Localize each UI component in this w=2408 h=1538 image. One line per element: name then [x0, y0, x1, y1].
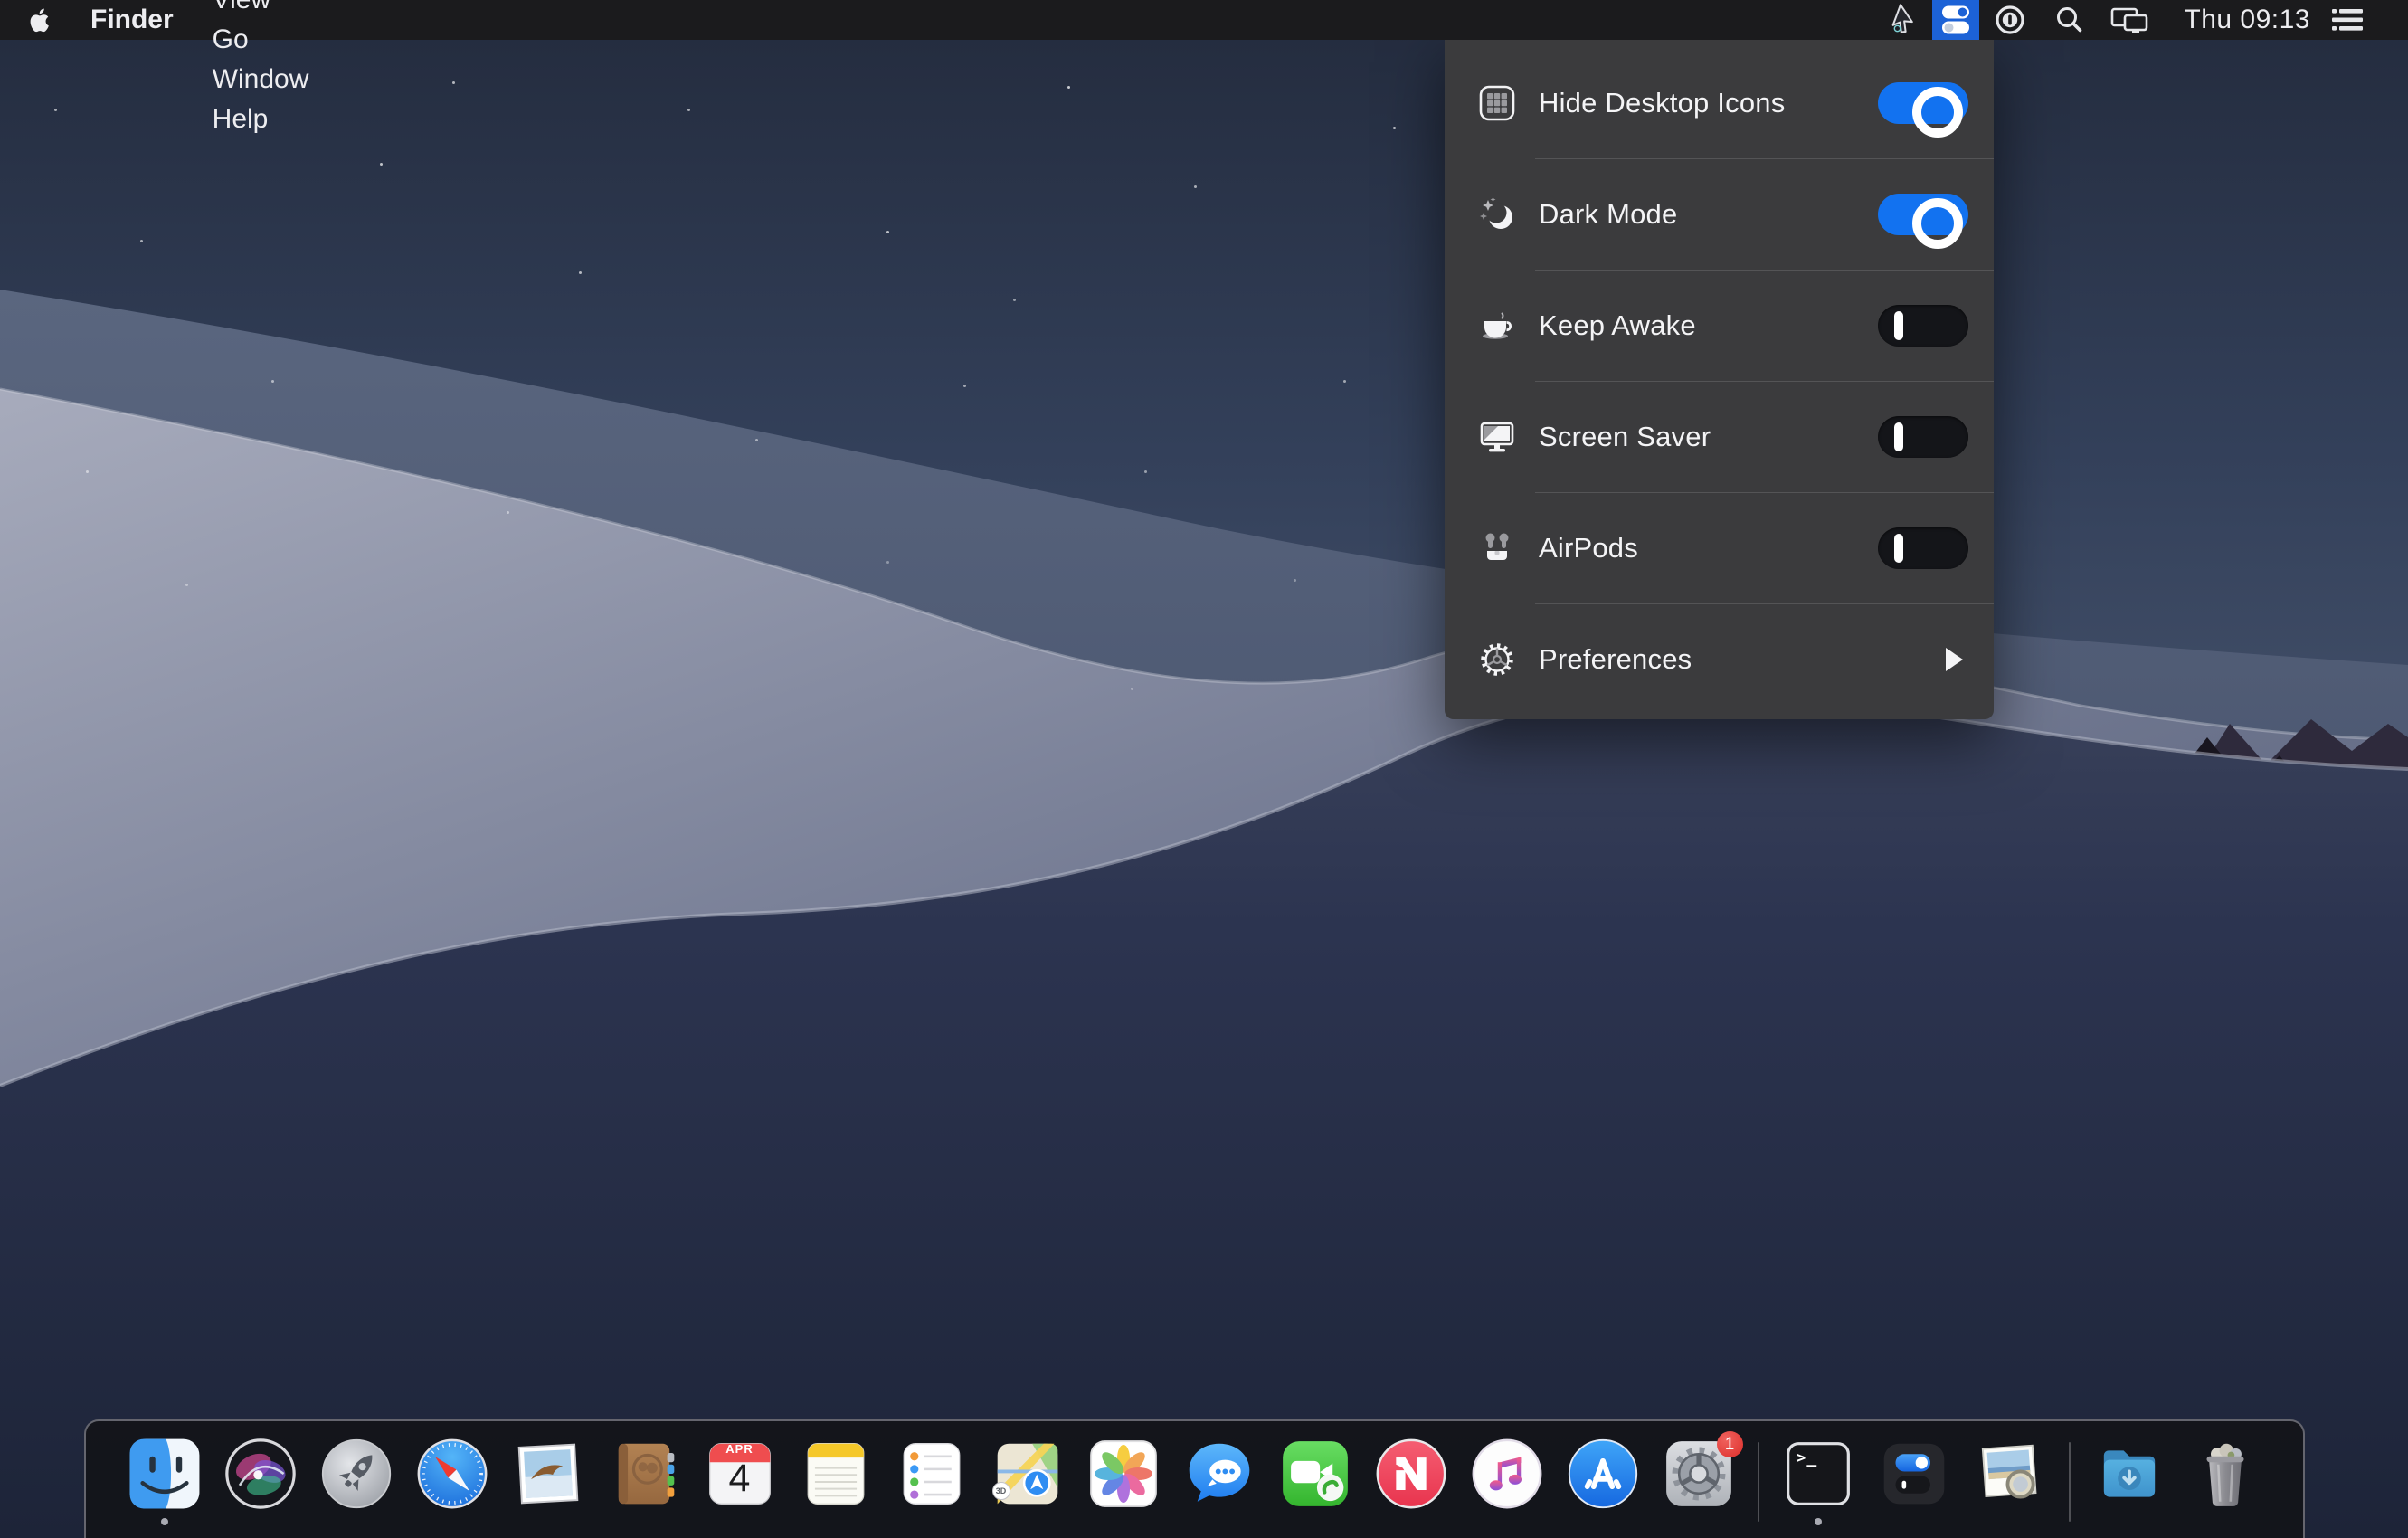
dock-app-store[interactable] [1566, 1437, 1640, 1511]
panel-item-screen-saver[interactable]: Screen Saver [1445, 382, 1994, 492]
apple-menu[interactable] [0, 0, 71, 40]
dock-safari[interactable] [415, 1437, 489, 1511]
panel-item-label: Screen Saver [1539, 421, 1711, 453]
menu-bar-clock[interactable]: Thu 09:13 [2160, 5, 2328, 35]
toggle-hide-desktop-icons[interactable] [1878, 82, 1968, 124]
airpods-icon [1475, 528, 1519, 568]
dock-calendar[interactable]: APR4 [703, 1437, 777, 1511]
preferences-label: Preferences [1539, 643, 1692, 676]
panel-item-preferences[interactable]: Preferences [1445, 604, 1994, 715]
running-indicator [161, 1518, 168, 1525]
dock-reminders[interactable] [895, 1437, 969, 1511]
dock-notes[interactable] [799, 1437, 873, 1511]
moon-icon [1475, 195, 1519, 234]
calendar-month: APR [703, 1442, 777, 1456]
panel-item-dark-mode[interactable]: Dark Mode [1445, 159, 1994, 270]
dock-trash[interactable] [2188, 1437, 2262, 1511]
submenu-arrow-icon [1946, 648, 1963, 671]
dock-siri[interactable] [223, 1437, 298, 1511]
active-app-name[interactable]: Finder [71, 5, 194, 35]
panel-item-label: AirPods [1539, 532, 1638, 565]
menu-go[interactable]: Go [194, 20, 328, 60]
dock-news[interactable] [1374, 1437, 1448, 1511]
dock-divider [1758, 1442, 1759, 1522]
panel-item-airpods[interactable]: AirPods [1445, 493, 1994, 603]
dock-preview[interactable] [1973, 1437, 2047, 1511]
coffee-icon [1475, 306, 1519, 346]
dock-contacts[interactable] [607, 1437, 681, 1511]
one-switch-menubar-item[interactable] [1932, 0, 1979, 40]
panel-item-label: Hide Desktop Icons [1539, 87, 1785, 119]
menu-bar-status-area: Thu 09:13 [1885, 0, 2408, 40]
dock-divider [2069, 1442, 2071, 1522]
toggle-keep-awake[interactable] [1878, 305, 1968, 347]
apple-logo-icon [27, 6, 51, 34]
maps-3d-glyph: 3D [992, 1482, 1010, 1500]
terminal-prompt-glyph: >_ [1797, 1448, 1818, 1467]
dock-system-preferences[interactable]: 1 [1662, 1437, 1736, 1511]
menu-help[interactable]: Help [194, 100, 328, 139]
dock-one-switch[interactable] [1877, 1437, 1951, 1511]
notification-badge: 1 [1717, 1431, 1743, 1457]
dock-launchpad[interactable] [319, 1437, 393, 1511]
panel-item-label: Dark Mode [1539, 198, 1677, 231]
dock-terminal[interactable]: >_ [1781, 1437, 1855, 1511]
dock-maps[interactable]: 3D [991, 1437, 1065, 1511]
panel-item-label: Keep Awake [1539, 309, 1696, 342]
cursor-tool-icon[interactable] [1885, 0, 1921, 40]
calendar-day: 4 [703, 1457, 777, 1501]
spotlight-search-icon[interactable] [2052, 0, 2088, 40]
dock-downloads[interactable] [2092, 1437, 2166, 1511]
dock: APR4 3D 1 >_ [84, 1419, 2305, 1538]
toggle-dark-mode[interactable] [1878, 194, 1968, 235]
one-switch-panel: Hide Desktop Icons Dark Mode Keep Awake Scr… [1445, 40, 1994, 719]
display-icon [1475, 417, 1519, 457]
list-menu-icon[interactable] [2328, 0, 2368, 40]
one-switch-icon [1932, 0, 1979, 40]
screen-mirroring-icon[interactable] [2109, 0, 2153, 40]
running-indicator [1815, 1518, 1822, 1525]
menu-window[interactable]: Window [194, 60, 328, 100]
toggle-screen-saver[interactable] [1878, 416, 1968, 458]
dock-mail[interactable] [511, 1437, 585, 1511]
toggle-airpods[interactable] [1878, 527, 1968, 569]
gear-icon [1475, 640, 1519, 679]
menu-items: FileEditViewGoWindowHelp [194, 0, 328, 139]
menu-bar: Finder FileEditViewGoWindowHelp [0, 0, 2408, 40]
dock-itunes[interactable] [1470, 1437, 1544, 1511]
dock-messages[interactable] [1182, 1437, 1256, 1511]
dock-facetime[interactable] [1278, 1437, 1352, 1511]
desktop: Finder FileEditViewGoWindowHelp [0, 0, 2408, 1538]
wallpaper-mojave-night [0, 0, 2408, 1538]
dock-finder[interactable] [128, 1437, 202, 1511]
desktop-grid-icon [1475, 83, 1519, 123]
dock-photos[interactable] [1086, 1437, 1161, 1511]
panel-item-keep-awake[interactable]: Keep Awake [1445, 271, 1994, 381]
1password-icon[interactable] [1992, 0, 2028, 40]
wallpaper-art [0, 0, 2408, 1538]
menu-view[interactable]: View [194, 0, 328, 20]
panel-item-hide-desktop-icons[interactable]: Hide Desktop Icons [1445, 48, 1994, 158]
